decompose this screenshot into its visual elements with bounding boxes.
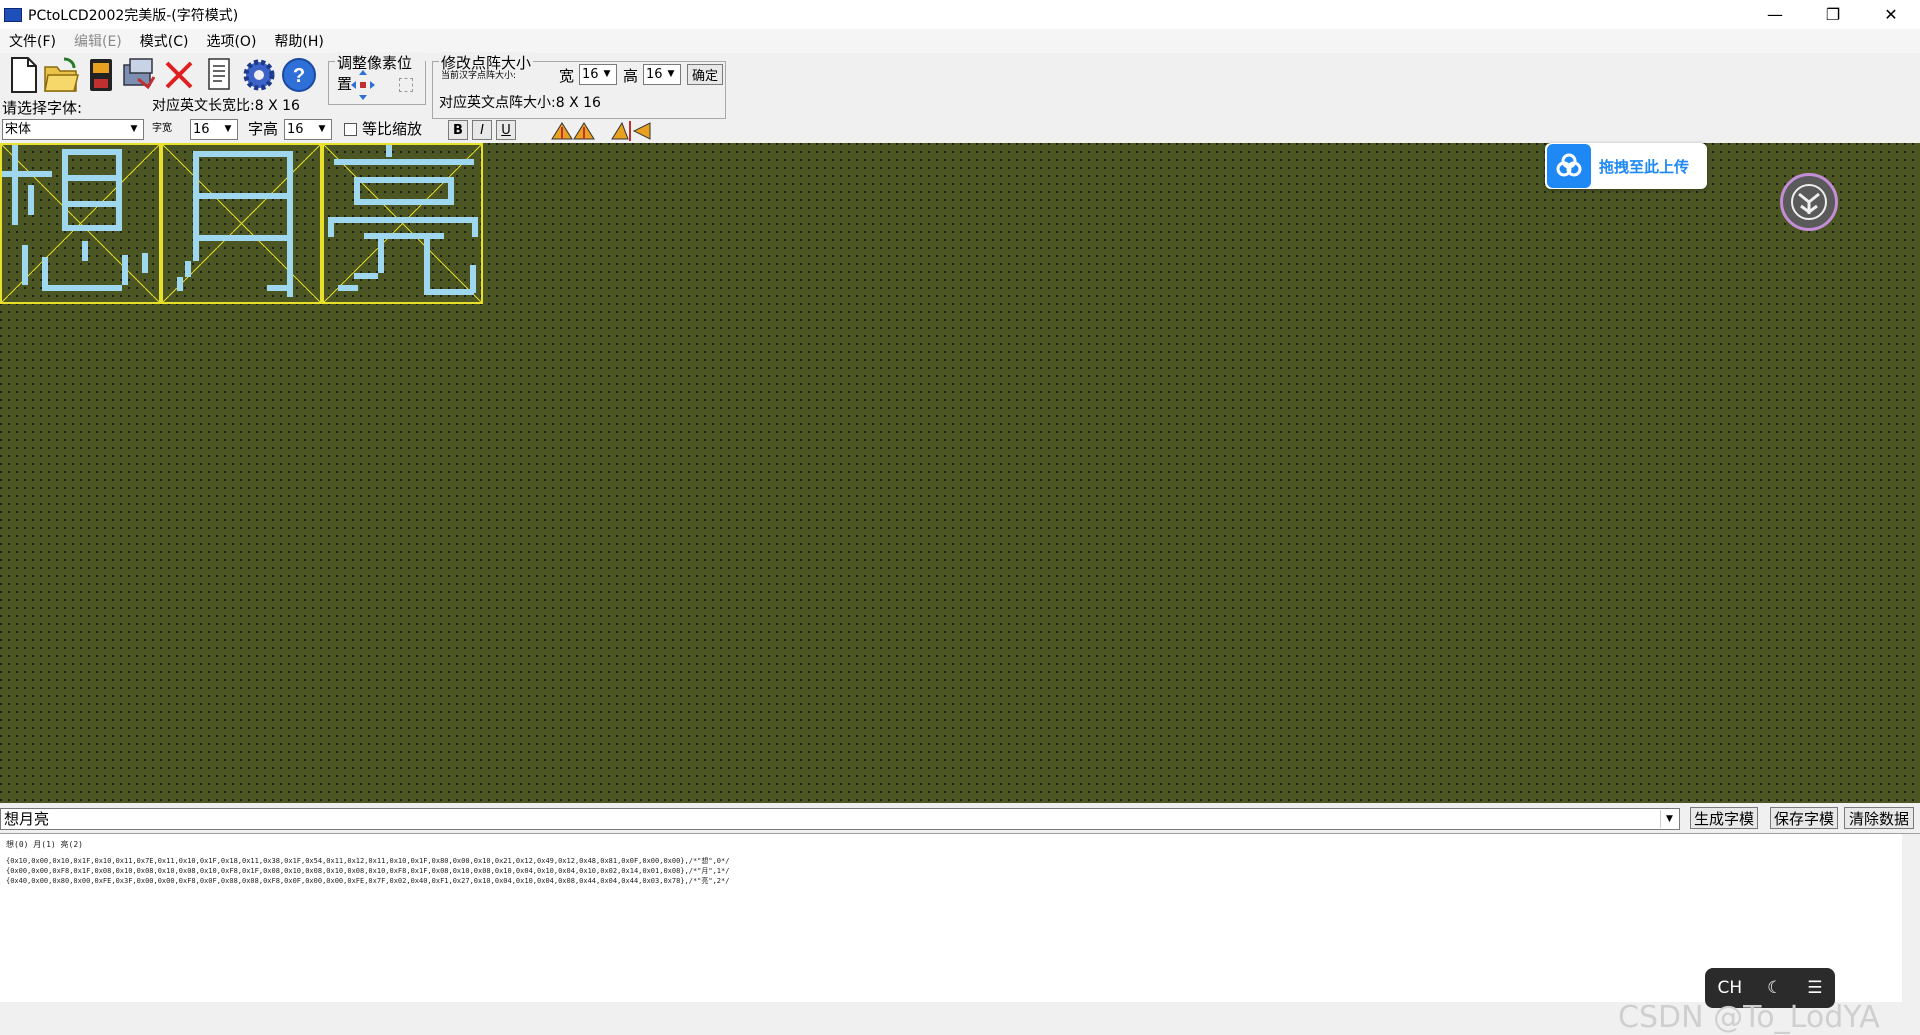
output-line-2: {0x40,0x00,0x80,0x00,0xFE,0x3F,0x00,0x00… [6, 877, 730, 885]
ratio-label: 等比缩放 [362, 120, 423, 138]
open-folder-icon[interactable] [42, 55, 80, 95]
char-height-value: 16 [287, 122, 304, 137]
chevron-down-icon: ▼ [220, 121, 236, 138]
pixel-canvas[interactable]: 拖拽至此上传 [0, 143, 1920, 803]
output-line-1: {0x00,0x00,0xF8,0x1F,0x08,0x10,0x08,0x10… [6, 867, 730, 875]
generate-button[interactable]: 生成字模 [1690, 807, 1758, 829]
export-icon[interactable] [120, 55, 158, 95]
italic-button[interactable]: I [472, 120, 492, 140]
index-line: 想(0) 月(1) 亮(2) [6, 840, 83, 849]
char-cell[interactable] [0, 143, 161, 304]
delete-icon[interactable] [160, 55, 198, 95]
output-textarea[interactable]: 想(0) 月(1) 亮(2) {0x10,0x00,0x10,0x1F,0x10… [0, 833, 1920, 1035]
char-pixels-2 [328, 145, 478, 295]
current-size-label: 当前汉字点阵大小: [441, 71, 517, 81]
width-value: 16 [582, 67, 599, 82]
chevron-down-icon: ▼ [126, 121, 142, 138]
settings-gear-icon[interactable] [240, 55, 278, 95]
document-icon[interactable] [200, 55, 238, 95]
menu-item-4[interactable]: 帮助(H) [265, 31, 332, 51]
pixel-reset-icon[interactable] [399, 78, 413, 92]
font-select[interactable]: 宋体 ▼ [2, 119, 144, 140]
ratio-checkbox[interactable] [344, 123, 357, 136]
save-disk-icon[interactable] [82, 55, 120, 95]
char-pixels-1 [177, 151, 293, 297]
char-glyph-1 [163, 145, 320, 302]
menu-bar: 文件(F) 编辑(E) 模式(C) 选项(O) 帮助(H) [0, 29, 1920, 53]
char-cell[interactable] [322, 143, 483, 304]
ime-lang[interactable]: CH [1717, 978, 1742, 998]
menu-item-3[interactable]: 选项(O) [197, 31, 265, 51]
rotate-icon[interactable] [550, 119, 596, 141]
menu-icon[interactable]: ☰ [1807, 978, 1822, 998]
chars-input[interactable]: 想月亮 ▼ [0, 808, 1680, 830]
help-icon[interactable]: ? [280, 55, 318, 95]
width-label: 宽 [559, 67, 575, 85]
en-ratio-text: 对应英文长宽比:8 X 16 [152, 98, 300, 114]
font-label: 请选择字体: [2, 99, 83, 117]
char-height-label: 字高 [248, 120, 279, 138]
char-cell[interactable] [161, 143, 322, 304]
en-size-text: 对应英文点阵大小:8 X 16 [439, 95, 601, 111]
adjust-pixel-group: 调整像素位置 [328, 52, 426, 105]
width-select[interactable]: 16 ▼ [579, 64, 617, 85]
height-value: 16 [646, 67, 663, 82]
upload-label: 拖拽至此上传 [1599, 157, 1690, 176]
restore-button[interactable]: ❐ [1804, 0, 1862, 29]
menu-item-0[interactable]: 文件(F) [0, 31, 65, 51]
menu-item-2[interactable]: 模式(C) [131, 31, 198, 51]
new-file-icon[interactable] [4, 55, 42, 95]
moon-icon[interactable]: ☾ [1767, 978, 1782, 998]
char-width-label: 字宽 [152, 123, 172, 134]
svg-text:?: ? [293, 65, 305, 87]
window-title: PCtoLCD2002完美版-(字符模式) [28, 7, 239, 24]
char-glyph-0 [2, 145, 159, 302]
height-label: 高 [623, 67, 639, 85]
app-icon [4, 7, 22, 22]
upload-button[interactable]: 拖拽至此上传 [1545, 143, 1707, 189]
menu-item-1[interactable]: 编辑(E) [65, 31, 131, 51]
chevron-down-icon[interactable]: ▼ [1660, 810, 1678, 828]
font-value: 宋体 [5, 122, 32, 137]
char-width-value: 16 [193, 122, 210, 137]
char-glyph-2 [324, 145, 481, 302]
underline-button[interactable]: U [496, 120, 516, 140]
chevron-down-icon: ▼ [314, 121, 330, 138]
char-width-select[interactable]: 16 ▼ [190, 119, 238, 140]
pixel-move-arrows-icon[interactable] [349, 68, 377, 102]
close-button[interactable]: ✕ [1862, 0, 1920, 29]
resize-group: 修改点阵大小 当前汉字点阵大小: 宽 16 ▼ 高 16 ▼ 确定 对应英文点阵大小… [432, 52, 726, 119]
minimize-button[interactable]: — [1746, 0, 1804, 29]
confirm-size-button[interactable]: 确定 [687, 64, 723, 85]
chevron-down-icon: ▼ [599, 66, 615, 83]
output-line-0: {0x10,0x00,0x10,0x1F,0x10,0x11,0x7E,0x11… [6, 857, 730, 865]
save-button[interactable]: 保存字模 [1770, 807, 1838, 829]
cloud-upload-icon [1547, 144, 1591, 188]
height-select[interactable]: 16 ▼ [643, 64, 681, 85]
clear-button[interactable]: 清除数据 [1844, 807, 1914, 829]
chevron-down-icon: ▼ [663, 66, 679, 83]
bottom-panel: 想月亮 ▼ 生成字模 保存字模 清除数据 想(0) 月(1) 亮(2) {0x1… [0, 803, 1920, 1035]
floating-assistant-icon[interactable] [1780, 173, 1838, 231]
char-height-select[interactable]: 16 ▼ [284, 119, 332, 140]
vertical-scrollbar[interactable] [1902, 834, 1920, 1002]
bold-button[interactable]: B [448, 120, 468, 140]
title-bar: PCtoLCD2002完美版-(字符模式) — ❐ ✕ [0, 0, 1920, 29]
chars-input-value: 想月亮 [4, 810, 50, 828]
watermark: CSDN @To_LodYA [1618, 1000, 1880, 1035]
toolbar: ? 调整像素位置 修改点阵大小 当前汉字点阵大小: 宽 16 ▼ 高 16 ▼ 确定… [0, 52, 1920, 143]
mirror-icon[interactable] [608, 119, 654, 141]
